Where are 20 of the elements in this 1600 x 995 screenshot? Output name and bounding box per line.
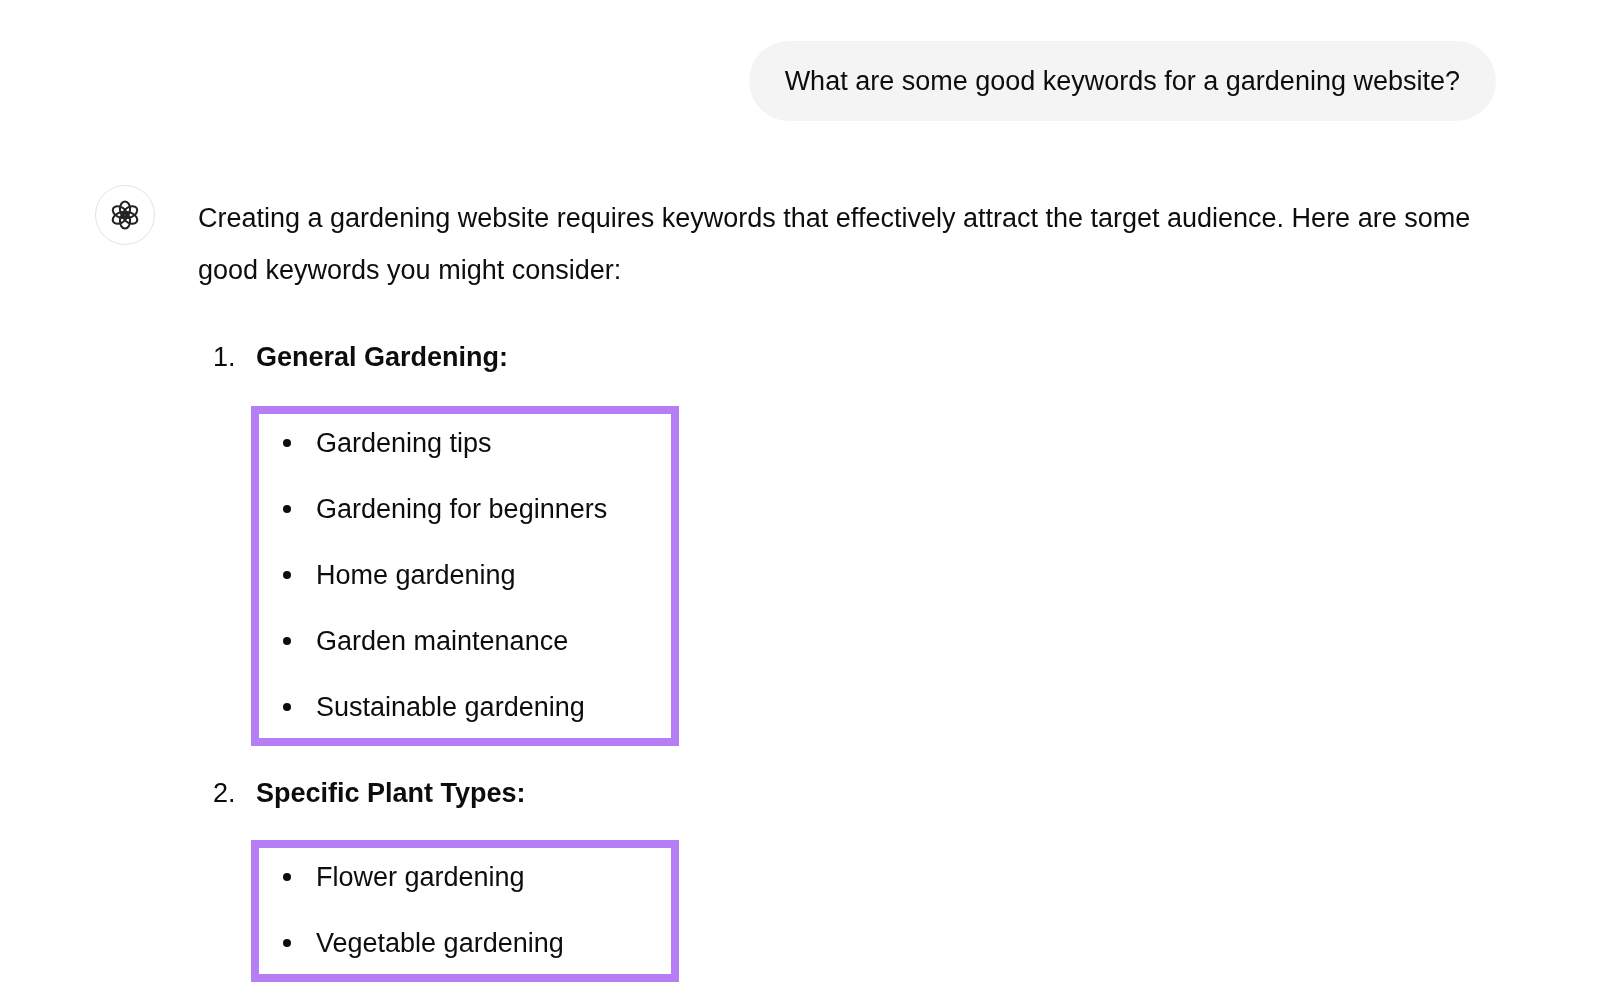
response-paragraph: Creating a gardening website requires keywords that effectively attract the target audience. Here are some good keywords you might consider: [198, 202, 1472, 287]
user-message: What are some good keywords for a gardening website? [748, 41, 1496, 121]
bullet-icon [283, 939, 291, 947]
section-title: General Gardening: [256, 341, 509, 374]
keyword-item: Gardening tips [316, 427, 492, 460]
bullet-icon [283, 571, 291, 579]
bullet-icon [283, 873, 291, 881]
bullet-icon [283, 637, 291, 645]
keyword-item: Gardening for beginners [316, 493, 608, 526]
section-title: Specific Plant Types: [256, 777, 526, 810]
list-number: 2. [213, 777, 237, 810]
bullet-icon [283, 703, 291, 711]
keyword-item: Home gardening [316, 559, 516, 592]
keyword-item: Flower gardening [316, 861, 525, 894]
bullet-icon [283, 505, 291, 513]
bullet-icon [283, 439, 291, 447]
keyword-item: Vegetable gardening [316, 927, 564, 960]
keyword-item: Garden maintenance [316, 625, 569, 658]
list-number: 1. [213, 341, 237, 374]
keyword-item: Sustainable gardening [316, 691, 585, 724]
